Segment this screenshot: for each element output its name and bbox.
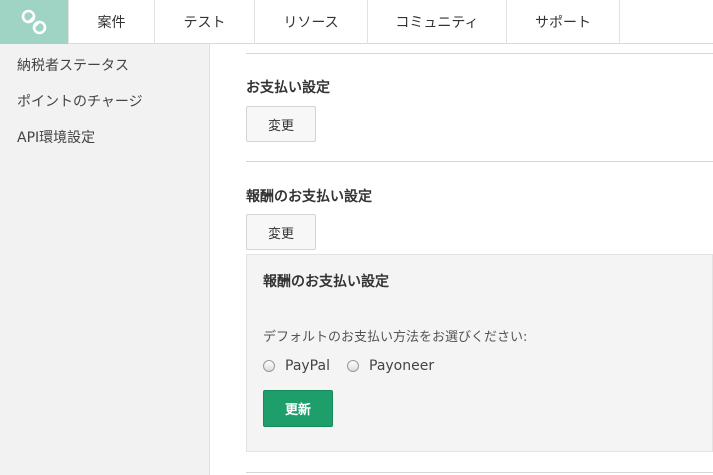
payoneer-label: Payoneer [369, 358, 435, 374]
panel-title: 報酬のお支払い設定 [263, 274, 389, 290]
reward-change-button[interactable]: 変更 [246, 214, 316, 250]
top-navigation: 案件 テスト リソース コミュニティ サポート [0, 0, 713, 44]
reward-payment-settings-title: 報酬のお支払い設定 [246, 189, 372, 205]
sidebar: 納税者ステータス ポイントのチャージ API環境設定 [0, 44, 210, 475]
update-button[interactable]: 更新 [263, 390, 333, 427]
payoneer-radio-option[interactable]: Payoneer [347, 358, 434, 374]
reward-payment-panel: 報酬のお支払い設定 デフォルトのお支払い方法をお選びください: PayPal P… [246, 254, 713, 452]
paypal-radio-option[interactable]: PayPal [263, 358, 330, 374]
knot-logo-icon [21, 9, 47, 35]
payoneer-radio[interactable] [347, 360, 359, 372]
divider [246, 472, 713, 473]
sidebar-item-point-charge[interactable]: ポイントのチャージ [17, 91, 143, 111]
logo[interactable] [0, 0, 68, 44]
paypal-radio[interactable] [263, 360, 275, 372]
tab-community[interactable]: コミュニティ [368, 0, 507, 44]
divider [246, 53, 713, 54]
main-content: お支払い設定 変更 報酬のお支払い設定 変更 報酬のお支払い設定 デフォルトのお… [210, 44, 713, 475]
tab-resources[interactable]: リソース [255, 0, 368, 44]
payment-change-button[interactable]: 変更 [246, 106, 316, 142]
divider [246, 161, 713, 162]
tab-projects[interactable]: 案件 [68, 0, 155, 44]
paypal-label: PayPal [285, 358, 330, 374]
tab-tests[interactable]: テスト [155, 0, 255, 44]
sidebar-item-api-settings[interactable]: API環境設定 [17, 127, 95, 147]
tab-support[interactable]: サポート [507, 0, 620, 44]
payment-settings-title: お支払い設定 [246, 80, 330, 96]
sidebar-item-taxpayer-status[interactable]: 納税者ステータス [17, 55, 129, 75]
payment-method-instruction: デフォルトのお支払い方法をお選びください: [263, 330, 528, 345]
